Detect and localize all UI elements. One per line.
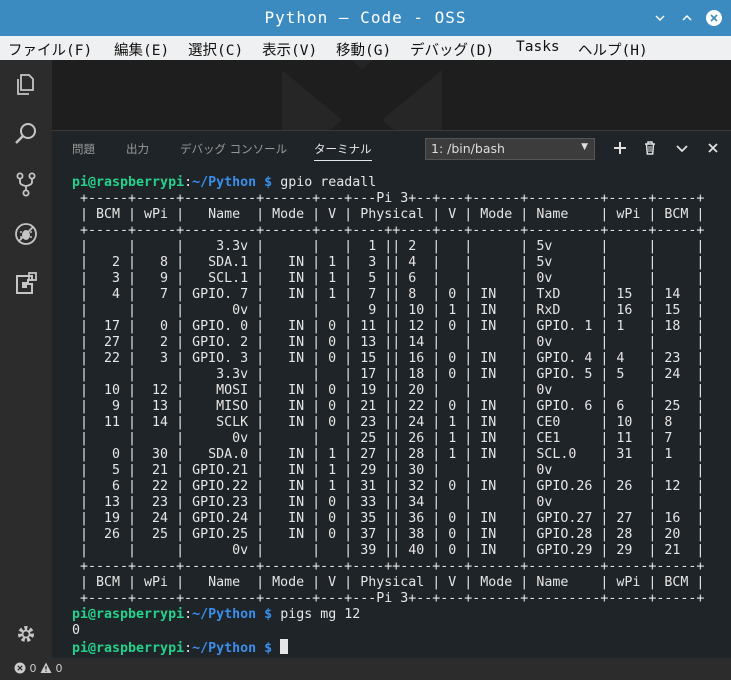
gpio-table-line: | 3 | 9 | SCL.1 | IN | 1 | 5 || 6 | | | … [72, 271, 705, 286]
tab-problems[interactable]: 問題 [72, 141, 95, 157]
gpio-table-line: | | | 0v | | | 39 || 40 | 0 | IN | GPIO.… [72, 543, 705, 558]
gpio-table-line: | 10 | 12 | MOSI | IN | 0 | 19 || 20 | |… [72, 383, 705, 398]
menu-selection[interactable]: 選択(C) [188, 39, 243, 60]
terminal-select[interactable]: 1: /bin/bash ▼ [425, 138, 595, 160]
gpio-table-line: +-----+-----+---------+------+---+---Pi … [72, 591, 705, 606]
gpio-table-line: | | | 3.3v | | | 1 || 2 | | | 5v | | | [72, 239, 705, 254]
error-count: 0 [29, 662, 37, 675]
collapse-panel-button[interactable] [674, 140, 690, 156]
prompt-path: ~/Python [192, 175, 257, 190]
title-bar: Python — Code - OSS [0, 0, 731, 36]
gpio-table-line: | 5 | 21 | GPIO.21 | IN | 1 | 29 || 30 |… [72, 463, 705, 478]
prompt-path: ~/Python [192, 607, 257, 622]
menu-help[interactable]: ヘルプ(H) [578, 39, 648, 60]
tab-output[interactable]: 出力 [126, 141, 149, 157]
command-text: pigs mg 12 [280, 607, 361, 622]
gear-icon[interactable] [12, 620, 40, 648]
menu-edit[interactable]: 編集(E) [114, 39, 169, 60]
command-text: gpio readall [280, 175, 377, 190]
tab-debug-console[interactable]: デバッグ コンソール [180, 141, 287, 157]
gpio-table-line: +-----+-----+---------+------+---+----++… [72, 223, 705, 238]
gpio-table-line: | 2 | 8 | SDA.1 | IN | 1 | 3 || 4 | | | … [72, 255, 705, 270]
gpio-table-line: | 6 | 22 | GPIO.22 | IN | 1 | 31 || 32 |… [72, 479, 705, 494]
gpio-table-line: | 11 | 14 | SCLK | IN | 0 | 23 || 24 | 1… [72, 415, 705, 430]
command-output: 0 [72, 623, 81, 638]
prompt-path: ~/Python [192, 641, 257, 656]
gpio-table-line: | 17 | 0 | GPIO. 0 | IN | 0 | 11 || 12 |… [72, 319, 705, 334]
gpio-table-line: | 22 | 3 | GPIO. 3 | IN | 0 | 15 || 16 |… [72, 351, 705, 366]
menu-file[interactable]: ファイル(F) [8, 39, 92, 60]
prompt-user: pi@raspberrypi [72, 175, 185, 190]
search-icon[interactable] [12, 120, 40, 148]
warning-count: 0 [55, 662, 63, 675]
terminal-cursor [280, 639, 289, 654]
terminal-select-value: 1: /bin/bash [431, 141, 505, 156]
prompt-user: pi@raspberrypi [72, 641, 185, 656]
prompt-user: pi@raspberrypi [72, 607, 185, 622]
chevron-down-icon [676, 145, 688, 153]
close-icon [708, 143, 718, 153]
status-bar: 0 0 [0, 658, 731, 680]
gpio-table-line: | 19 | 24 | GPIO.24 | IN | 0 | 35 || 36 … [72, 511, 705, 526]
terminal-line-command1: pi@raspberrypi:~/Python $ gpio readall [72, 175, 377, 190]
menu-bar: ファイル(F) 編集(E) 選択(C) 表示(V) 移動(G) デバッグ(D) … [0, 36, 731, 60]
gpio-table-line: +-----+-----+---------+------+---+----++… [72, 559, 705, 574]
trash-icon [645, 141, 655, 155]
gpio-table-line: | 0 | 30 | SDA.0 | IN | 1 | 27 || 28 | 1… [72, 447, 705, 462]
problems-status[interactable]: 0 0 [14, 662, 63, 675]
panel-tabs: 問題 出力 デバッグ コンソール ターミナル 1: /bin/bash ▼ [52, 131, 731, 167]
extensions-icon[interactable] [12, 270, 40, 298]
gpio-table-line: | 13 | 23 | GPIO.23 | IN | 0 | 33 || 34 … [72, 495, 705, 510]
plus-icon [614, 142, 626, 154]
menu-debug[interactable]: デバッグ(D) [410, 39, 494, 60]
code-logo-watermark [282, 60, 442, 130]
terminal-line-command2: pi@raspberrypi:~/Python $ pigs mg 12 [72, 607, 361, 622]
activity-bar [0, 60, 52, 658]
gpio-table-line: | BCM | wPi | Name | Mode | V | Physical… [72, 575, 705, 590]
dropdown-arrow-icon: ▼ [581, 142, 588, 152]
menu-tasks[interactable]: Tasks [516, 39, 560, 55]
gpio-table-line: | BCM | wPi | Name | Mode | V | Physical… [72, 207, 705, 222]
gpio-table-line: | 9 | 13 | MISO | IN | 0 | 21 || 22 | 0 … [72, 399, 705, 414]
gpio-table: +-----+-----+---------+------+---+---Pi … [72, 191, 704, 607]
terminal-output[interactable]: pi@raspberrypi:~/Python $ gpio readall +… [72, 175, 704, 657]
terminal-panel: 問題 出力 デバッグ コンソール ターミナル 1: /bin/bash ▼ pi… [52, 130, 731, 658]
gpio-table-line: | 4 | 7 | GPIO. 7 | IN | 1 | 7 || 8 | 0 … [72, 287, 705, 302]
prompt-symbol: $ [264, 641, 273, 656]
maximize-icon[interactable] [678, 9, 696, 27]
gpio-table-line: | | | 0v | | | 9 || 10 | 1 | IN | RxD | … [72, 303, 705, 318]
warning-icon [40, 662, 52, 673]
minimize-icon[interactable] [651, 9, 669, 27]
close-panel-button[interactable] [705, 140, 721, 156]
debug-icon[interactable] [12, 220, 40, 248]
gpio-table-line: | | | 0v | | | 25 || 26 | 1 | IN | CE1 |… [72, 431, 705, 446]
prompt-symbol: $ [264, 607, 273, 622]
menu-view[interactable]: 表示(V) [262, 39, 317, 60]
gpio-table-line: | | | 3.3v | | | 17 || 18 | 0 | IN | GPI… [72, 367, 705, 382]
terminal-line-prompt: pi@raspberrypi:~/Python $ [72, 639, 704, 657]
close-window-icon[interactable] [705, 9, 723, 27]
window-title: Python — Code - OSS [264, 8, 467, 27]
kill-terminal-button[interactable] [642, 140, 658, 156]
menu-go[interactable]: 移動(G) [336, 39, 391, 60]
editor-area [52, 60, 731, 130]
explorer-icon[interactable] [12, 70, 40, 98]
error-icon [14, 662, 26, 674]
source-control-icon[interactable] [12, 170, 40, 198]
gpio-table-line: | 27 | 2 | GPIO. 2 | IN | 0 | 13 || 14 |… [72, 335, 705, 350]
gpio-table-line: +-----+-----+---------+------+---+---Pi … [72, 191, 705, 206]
tab-terminal[interactable]: ターミナル [314, 141, 372, 161]
new-terminal-button[interactable] [612, 140, 628, 156]
prompt-symbol: $ [264, 175, 273, 190]
gpio-table-line: | 26 | 25 | GPIO.25 | IN | 0 | 37 || 38 … [72, 527, 705, 542]
